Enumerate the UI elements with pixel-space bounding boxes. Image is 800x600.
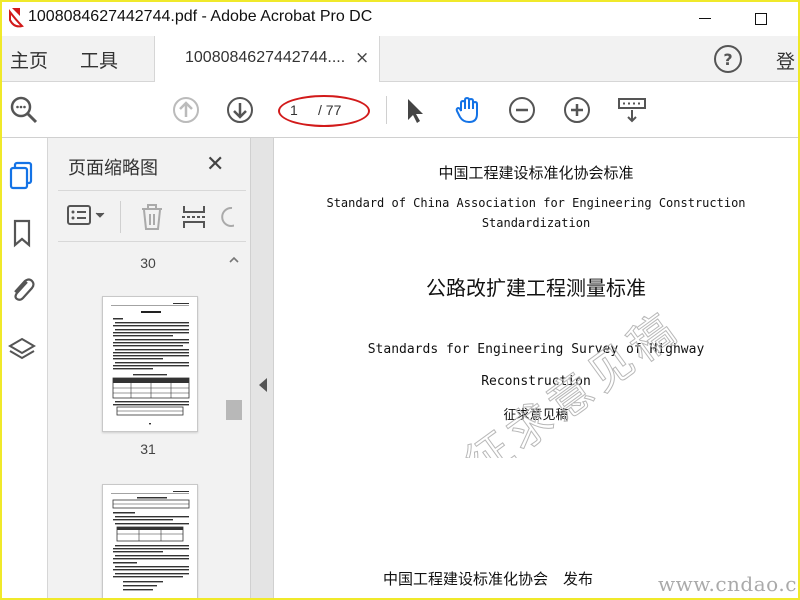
- acrobat-window: 1008084627442744.pdf - Adobe Acrobat Pro…: [2, 2, 798, 598]
- doc-org-en-line2: Standardization: [481, 216, 591, 230]
- thumbnail-options-icon[interactable]: [66, 203, 110, 229]
- doc-title-en-line1: Standards for Engineering Survey of High…: [367, 342, 705, 357]
- layers-icon[interactable]: [7, 334, 37, 364]
- thumbnail-label-30: 30: [140, 255, 156, 271]
- document-page: 中国工程建设标准化协会标准 Standard of China Associat…: [274, 138, 798, 598]
- window-title: 1008084627442744.pdf - Adobe Acrobat Pro…: [28, 8, 373, 25]
- title-bar: 1008084627442744.pdf - Adobe Acrobat Pro…: [2, 2, 798, 36]
- doc-title-cn: 公路改扩建工程测量标准: [426, 276, 646, 300]
- scrollbar-thumb[interactable]: [226, 400, 242, 420]
- select-cursor-icon[interactable]: [398, 94, 430, 126]
- thumbnail-panel: 页面缩略图 ✕ 30 31: [48, 138, 250, 598]
- scroll-mode-icon[interactable]: [616, 94, 648, 126]
- bookmark-icon[interactable]: [7, 218, 37, 248]
- toolbar: 1 / 77: [2, 82, 798, 138]
- collapse-arrow-icon[interactable]: [259, 378, 267, 392]
- doc-org-en-line1: Standard of China Association for Engine…: [326, 196, 746, 210]
- search-zoom-icon[interactable]: [8, 94, 40, 126]
- page-thumbnails-icon[interactable]: [7, 160, 37, 190]
- panel-toolbar-divider: [120, 201, 121, 233]
- thumbnail-scrollbar[interactable]: [224, 254, 244, 598]
- zoom-in-icon[interactable]: [561, 94, 593, 126]
- maximize-button[interactable]: [738, 2, 784, 36]
- tab-bar: 主页 工具 1008084627442744.... × ? 登: [2, 36, 798, 82]
- red-annotation-ellipse: [278, 95, 370, 127]
- delete-page-icon[interactable]: [138, 203, 166, 231]
- login-link[interactable]: 登: [776, 47, 795, 74]
- next-page-icon[interactable]: [224, 94, 256, 126]
- thumbnail-label-31: 31: [140, 441, 156, 457]
- zoom-out-icon[interactable]: [506, 94, 538, 126]
- tab-document[interactable]: 1008084627442744.... ×: [154, 36, 380, 82]
- toolbar-divider: [386, 96, 387, 124]
- tab-tools[interactable]: 工具: [80, 46, 118, 73]
- scroll-up-icon[interactable]: [226, 254, 242, 270]
- doc-title-en-line2: Reconstruction: [481, 374, 591, 389]
- doc-draft-label: 征求意见稿: [503, 408, 569, 423]
- panel-title: 页面缩略图: [68, 158, 158, 179]
- previous-page-icon[interactable]: [170, 94, 202, 126]
- help-button[interactable]: ?: [714, 45, 742, 73]
- close-panel-icon[interactable]: ✕: [206, 152, 224, 177]
- tab-home[interactable]: 主页: [10, 46, 48, 73]
- hand-tool-icon[interactable]: [452, 94, 484, 126]
- left-rail: [2, 138, 48, 598]
- site-watermark: www.cndao.com: [658, 572, 798, 596]
- panel-collapse-strip[interactable]: [250, 138, 274, 598]
- panel-toolbar: [58, 190, 246, 242]
- page-thumbnail[interactable]: [102, 296, 198, 432]
- page-thumbnail[interactable]: [102, 484, 198, 598]
- draft-watermark: 征求意见稿: [457, 301, 690, 458]
- attachment-icon[interactable]: [7, 274, 37, 304]
- insert-page-icon[interactable]: [180, 203, 208, 231]
- document-tab-label: 1008084627442744....: [185, 49, 346, 66]
- doc-org-cn: 中国工程建设标准化协会标准: [438, 164, 634, 182]
- minimize-button[interactable]: [682, 2, 728, 36]
- rotate-page-icon[interactable]: [218, 203, 234, 231]
- close-tab-icon[interactable]: ×: [355, 48, 369, 68]
